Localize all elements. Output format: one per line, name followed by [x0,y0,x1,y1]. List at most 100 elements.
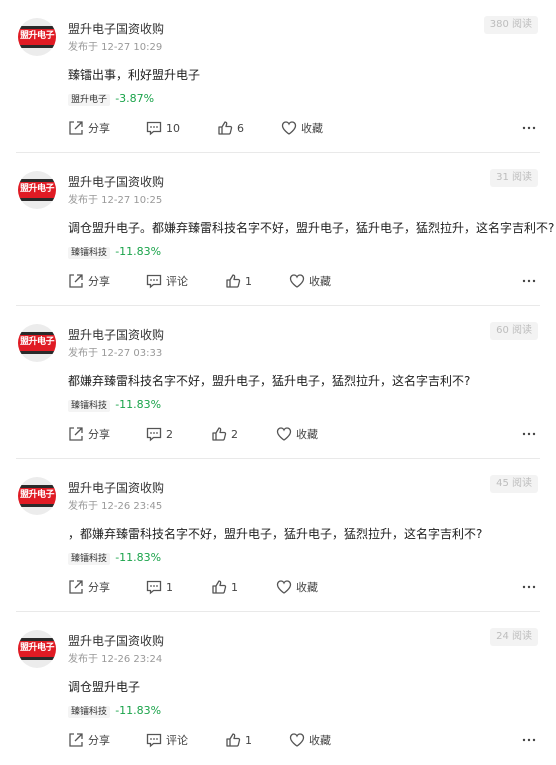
like-button[interactable]: 1 [225,271,252,291]
post-content[interactable]: 调仓盟升电子。都嫌弃臻雷科技名字不好，盟升电子，猛升电子，猛烈拉升，这名字吉利不… [68,219,554,236]
favorite-button[interactable]: 收藏 [289,271,331,291]
like-count: 1 [231,580,238,594]
favorite-label: 收藏 [309,734,331,747]
avatar-text: 盟升电子 [19,31,55,41]
share-label: 分享 [88,581,110,594]
avatar[interactable]: 盟升电子 [18,630,56,668]
comment-count: 10 [166,121,180,135]
more-dots-icon [522,585,536,589]
thumbs-up-icon [212,427,227,441]
action-bar: 分享 评论 1 收藏 [0,271,556,291]
username[interactable]: 盟升电子国资收购 [68,20,164,37]
heart-icon [281,121,297,135]
username[interactable]: 盟升电子国资收购 [68,632,164,649]
post-content[interactable]: 臻镭出事，利好盟升电子 [68,66,200,83]
avatar[interactable]: 盟升电子 [18,477,56,515]
share-button[interactable]: 分享 [68,730,110,750]
share-label: 分享 [88,428,110,441]
like-button[interactable]: 6 [217,118,244,138]
comment-button[interactable]: 1 [146,577,173,597]
avatar-text: 盟升电子 [19,184,55,194]
share-label: 分享 [88,275,110,288]
comment-button[interactable]: 10 [146,118,180,138]
like-button[interactable]: 2 [211,424,238,444]
favorite-button[interactable]: 收藏 [289,730,331,750]
share-button[interactable]: 分享 [68,424,110,444]
read-count-badge: 60 阅读 [490,322,538,340]
username[interactable]: 盟升电子国资收购 [68,326,164,343]
stock-tag[interactable]: 臻镭科技 -11.83% [68,551,161,566]
avatar-text: 盟升电子 [19,490,55,500]
heart-icon [289,274,305,288]
stock-tag[interactable]: 臻镭科技 -11.83% [68,704,161,719]
stock-change: -3.87% [115,92,155,105]
share-button[interactable]: 分享 [68,271,110,291]
comment-icon [146,733,162,748]
share-icon [69,274,83,288]
avatar[interactable]: 盟升电子 [18,171,56,209]
favorite-button[interactable]: 收藏 [281,118,323,138]
like-button[interactable]: 1 [211,577,238,597]
like-count: 1 [245,274,252,288]
stock-tag[interactable]: 臻镭科技 -11.83% [68,398,161,413]
stock-name: 臻镭科技 [68,400,111,412]
avatar[interactable]: 盟升电子 [18,324,56,362]
stock-tag[interactable]: 臻镭科技 -11.83% [68,245,161,260]
username[interactable]: 盟升电子国资收购 [68,173,164,190]
favorite-label: 收藏 [296,428,318,441]
comment-button[interactable]: 评论 [146,730,188,750]
more-button[interactable] [522,118,536,138]
timestamp: 发布于 12-27 03:33 [68,348,163,359]
more-dots-icon [522,432,536,436]
post-item: 盟升电子 盟升电子国资收购 发布于 12-27 10:29 380 阅读 臻镭出… [0,0,556,153]
stock-tag[interactable]: 盟升电子 -3.87% [68,92,154,107]
more-button[interactable] [522,730,536,750]
thumbs-up-icon [226,733,241,747]
avatar[interactable]: 盟升电子 [18,18,56,56]
comment-button[interactable]: 2 [146,424,173,444]
share-icon [69,121,83,135]
share-button[interactable]: 分享 [68,577,110,597]
like-count: 1 [245,733,252,747]
comment-icon [146,121,162,136]
avatar-text: 盟升电子 [19,643,55,653]
favorite-button[interactable]: 收藏 [276,577,318,597]
read-count-badge: 45 阅读 [490,475,538,493]
comment-count: 2 [166,427,173,441]
timestamp: 发布于 12-27 10:25 [68,195,163,206]
comment-icon [146,580,162,595]
heart-icon [289,733,305,747]
post-content[interactable]: 调仓盟升电子 [68,678,140,695]
stock-change: -11.83% [115,398,162,411]
stock-change: -11.83% [115,245,162,258]
stock-change: -11.83% [115,551,162,564]
more-button[interactable] [522,271,536,291]
post-item: 盟升电子 盟升电子国资收购 发布于 12-26 23:24 24 阅读 调仓盟升… [0,612,556,765]
post-item: 盟升电子 盟升电子国资收购 发布于 12-26 23:45 45 阅读 ，都嫌弃… [0,459,556,612]
post-content[interactable]: 都嫌弃臻雷科技名字不好，盟升电子，猛升电子，猛烈拉升，这名字吉利不? [68,372,470,389]
thumbs-up-icon [218,121,233,135]
stock-change: -11.83% [115,704,162,717]
action-bar: 分享 2 2 收藏 [0,424,556,444]
read-count-badge: 31 阅读 [490,169,538,187]
like-button[interactable]: 1 [225,730,252,750]
username[interactable]: 盟升电子国资收购 [68,479,164,496]
like-count: 6 [237,121,244,135]
share-icon [69,733,83,747]
share-button[interactable]: 分享 [68,118,110,138]
share-icon [69,580,83,594]
share-label: 分享 [88,122,110,135]
share-label: 分享 [88,734,110,747]
comment-icon [146,427,162,442]
post-content[interactable]: ，都嫌弃臻雷科技名字不好，盟升电子，猛升电子，猛烈拉升，这名字吉利不? [68,525,482,542]
favorite-label: 收藏 [301,122,323,135]
more-button[interactable] [522,424,536,444]
action-bar: 分享 10 6 收藏 [0,118,556,138]
comment-count: 评论 [166,734,188,747]
comment-button[interactable]: 评论 [146,271,188,291]
thumbs-up-icon [212,580,227,594]
favorite-label: 收藏 [296,581,318,594]
favorite-button[interactable]: 收藏 [276,424,318,444]
more-button[interactable] [522,577,536,597]
comment-count: 评论 [166,275,188,288]
